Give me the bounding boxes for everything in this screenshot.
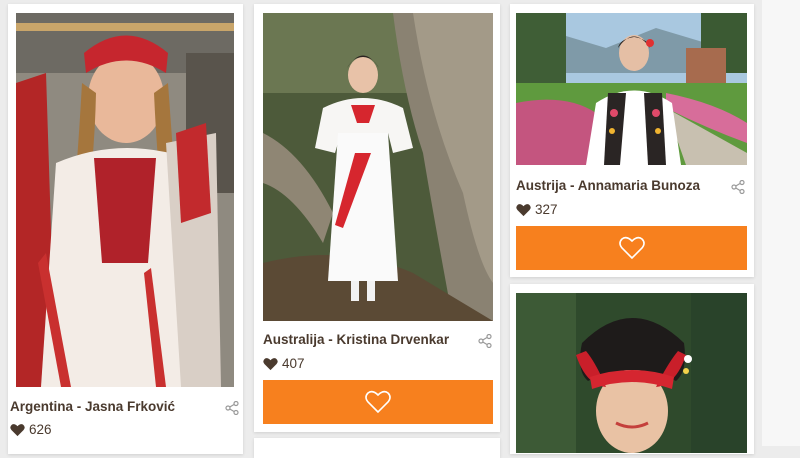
like-count: 327 bbox=[535, 202, 558, 217]
heart-icon bbox=[263, 357, 278, 371]
vote-button[interactable] bbox=[263, 380, 493, 424]
like-count-row: 626 bbox=[10, 422, 52, 437]
like-count-row: 327 bbox=[516, 202, 558, 217]
share-icon[interactable] bbox=[225, 400, 239, 416]
like-count-row: 407 bbox=[263, 356, 305, 371]
page-margin bbox=[762, 0, 800, 446]
contestant-card-australija: Australija - Kristina Drvenkar 407 bbox=[254, 4, 500, 432]
contestant-photo[interactable] bbox=[16, 13, 234, 387]
share-icon[interactable] bbox=[478, 333, 492, 349]
contestant-card-austrija: Austrija - Annamaria Bunoza 327 bbox=[510, 4, 754, 277]
heart-outline-icon bbox=[618, 236, 645, 260]
heart-icon bbox=[516, 203, 531, 217]
contestant-photo[interactable] bbox=[516, 13, 747, 165]
vote-button[interactable] bbox=[516, 226, 747, 270]
contestant-name[interactable]: Argentina - Jasna Frković bbox=[10, 399, 175, 414]
contestant-card-argentina: Argentina - Jasna Frković 626 bbox=[8, 4, 243, 454]
heart-outline-icon bbox=[365, 390, 391, 414]
contestant-name[interactable]: Austrija - Annamaria Bunoza bbox=[516, 178, 700, 193]
contestant-card-next bbox=[254, 438, 500, 458]
contestant-photo[interactable] bbox=[516, 293, 747, 453]
contestant-photo[interactable] bbox=[263, 13, 493, 321]
contestant-name[interactable]: Australija - Kristina Drvenkar bbox=[263, 332, 449, 347]
like-count: 407 bbox=[282, 356, 305, 371]
heart-icon bbox=[10, 423, 25, 437]
contestant-card-next-row bbox=[510, 284, 754, 454]
share-icon[interactable] bbox=[731, 179, 745, 195]
like-count: 626 bbox=[29, 422, 52, 437]
